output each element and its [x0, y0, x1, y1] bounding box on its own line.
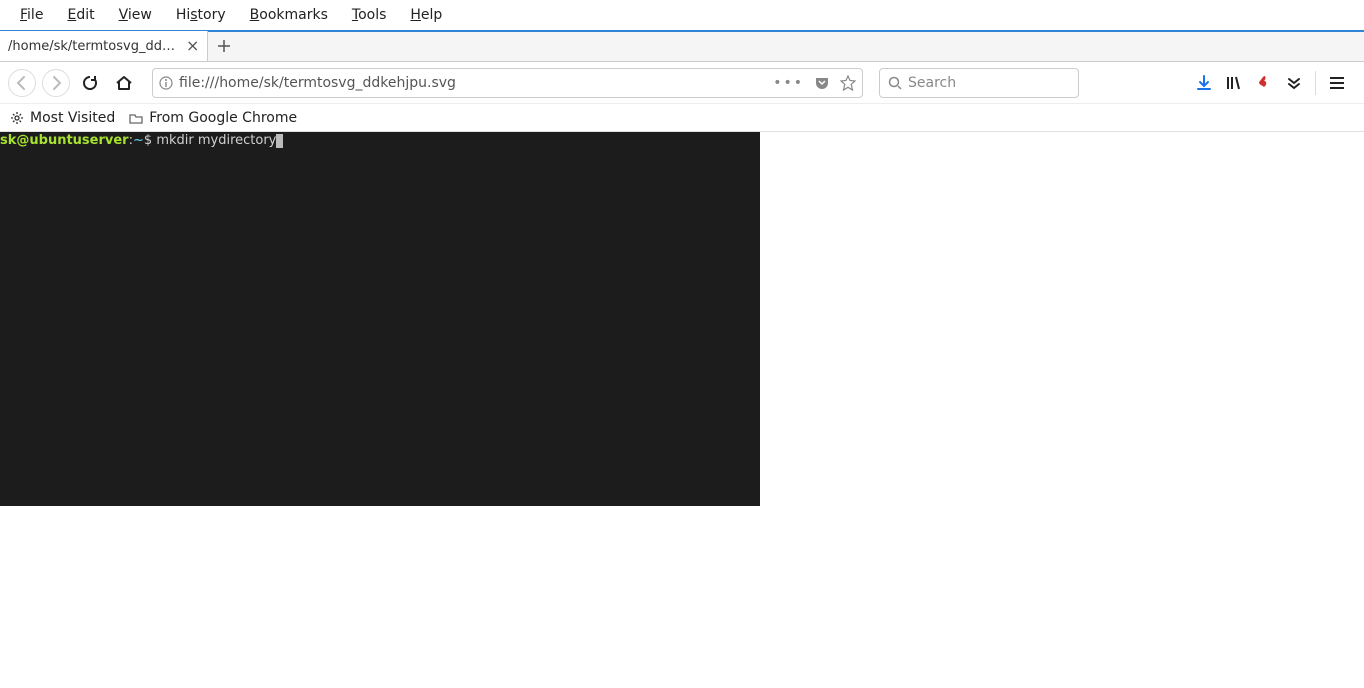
terminal-path: ~: [133, 133, 144, 148]
arrow-left-icon: [14, 75, 30, 91]
page-content: sk@ubuntuserver:~$ mkdir mydirectory: [0, 132, 1364, 506]
hamburger-menu-icon[interactable]: [1328, 74, 1346, 92]
search-bar[interactable]: Search: [879, 68, 1079, 98]
terminal-command: mkdir mydirectory: [156, 133, 276, 148]
forward-button[interactable]: [42, 69, 70, 97]
overflow-icon[interactable]: [1285, 74, 1303, 92]
terminal-user: sk@ubuntuserver: [0, 133, 129, 148]
url-bar[interactable]: file:///home/sk/termtosvg_ddkehjpu.svg •…: [152, 68, 863, 98]
library-icon[interactable]: [1225, 74, 1243, 92]
menu-view[interactable]: View: [107, 3, 164, 27]
info-icon[interactable]: [159, 76, 173, 90]
back-button[interactable]: [8, 69, 36, 97]
plus-icon: [217, 39, 231, 53]
downloads-icon[interactable]: [1195, 74, 1213, 92]
right-tools: [1195, 71, 1356, 95]
page-actions-icon[interactable]: •••: [773, 75, 804, 91]
tab-title: /home/sk/termtosvg_ddkehjp: [8, 39, 178, 54]
terminal-cursor: [276, 134, 283, 148]
extension-icon[interactable]: [1255, 74, 1273, 92]
menu-history[interactable]: History: [164, 3, 238, 27]
menu-edit[interactable]: Edit: [55, 3, 106, 27]
url-text: file:///home/sk/termtosvg_ddkehjpu.svg: [179, 75, 767, 91]
bookmark-from-chrome[interactable]: From Google Chrome: [129, 110, 297, 126]
menu-file[interactable]: File: [8, 3, 55, 27]
bookmarks-toolbar: Most Visited From Google Chrome: [0, 104, 1364, 132]
menu-bookmarks[interactable]: Bookmarks: [238, 3, 340, 27]
terminal-prompt: $: [144, 133, 152, 148]
folder-icon: [129, 111, 143, 125]
gear-icon: [10, 111, 24, 125]
arrow-right-icon: [48, 75, 64, 91]
browser-tab[interactable]: /home/sk/termtosvg_ddkehjp ×: [0, 31, 208, 61]
pocket-icon[interactable]: [814, 75, 830, 91]
terminal-line: sk@ubuntuserver:~$ mkdir mydirectory: [0, 132, 760, 149]
bookmark-star-icon[interactable]: [840, 75, 856, 91]
tab-close-icon[interactable]: ×: [186, 38, 199, 54]
separator: [1315, 71, 1316, 95]
menubar: File Edit View History Bookmarks Tools H…: [0, 0, 1364, 30]
menu-help[interactable]: Help: [398, 3, 454, 27]
search-icon: [888, 76, 902, 90]
bookmark-label: From Google Chrome: [149, 110, 297, 126]
reload-button[interactable]: [76, 69, 104, 97]
bookmark-label: Most Visited: [30, 110, 115, 126]
terminal-svg: sk@ubuntuserver:~$ mkdir mydirectory: [0, 132, 760, 506]
search-placeholder: Search: [908, 75, 956, 91]
home-button[interactable]: [110, 69, 138, 97]
menu-tools[interactable]: Tools: [340, 3, 399, 27]
toolbar: file:///home/sk/termtosvg_ddkehjpu.svg •…: [0, 62, 1364, 104]
reload-icon: [81, 74, 99, 92]
home-icon: [115, 74, 133, 92]
new-tab-button[interactable]: [208, 31, 240, 61]
tab-strip: /home/sk/termtosvg_ddkehjp ×: [0, 30, 1364, 62]
bookmark-most-visited[interactable]: Most Visited: [10, 110, 115, 126]
